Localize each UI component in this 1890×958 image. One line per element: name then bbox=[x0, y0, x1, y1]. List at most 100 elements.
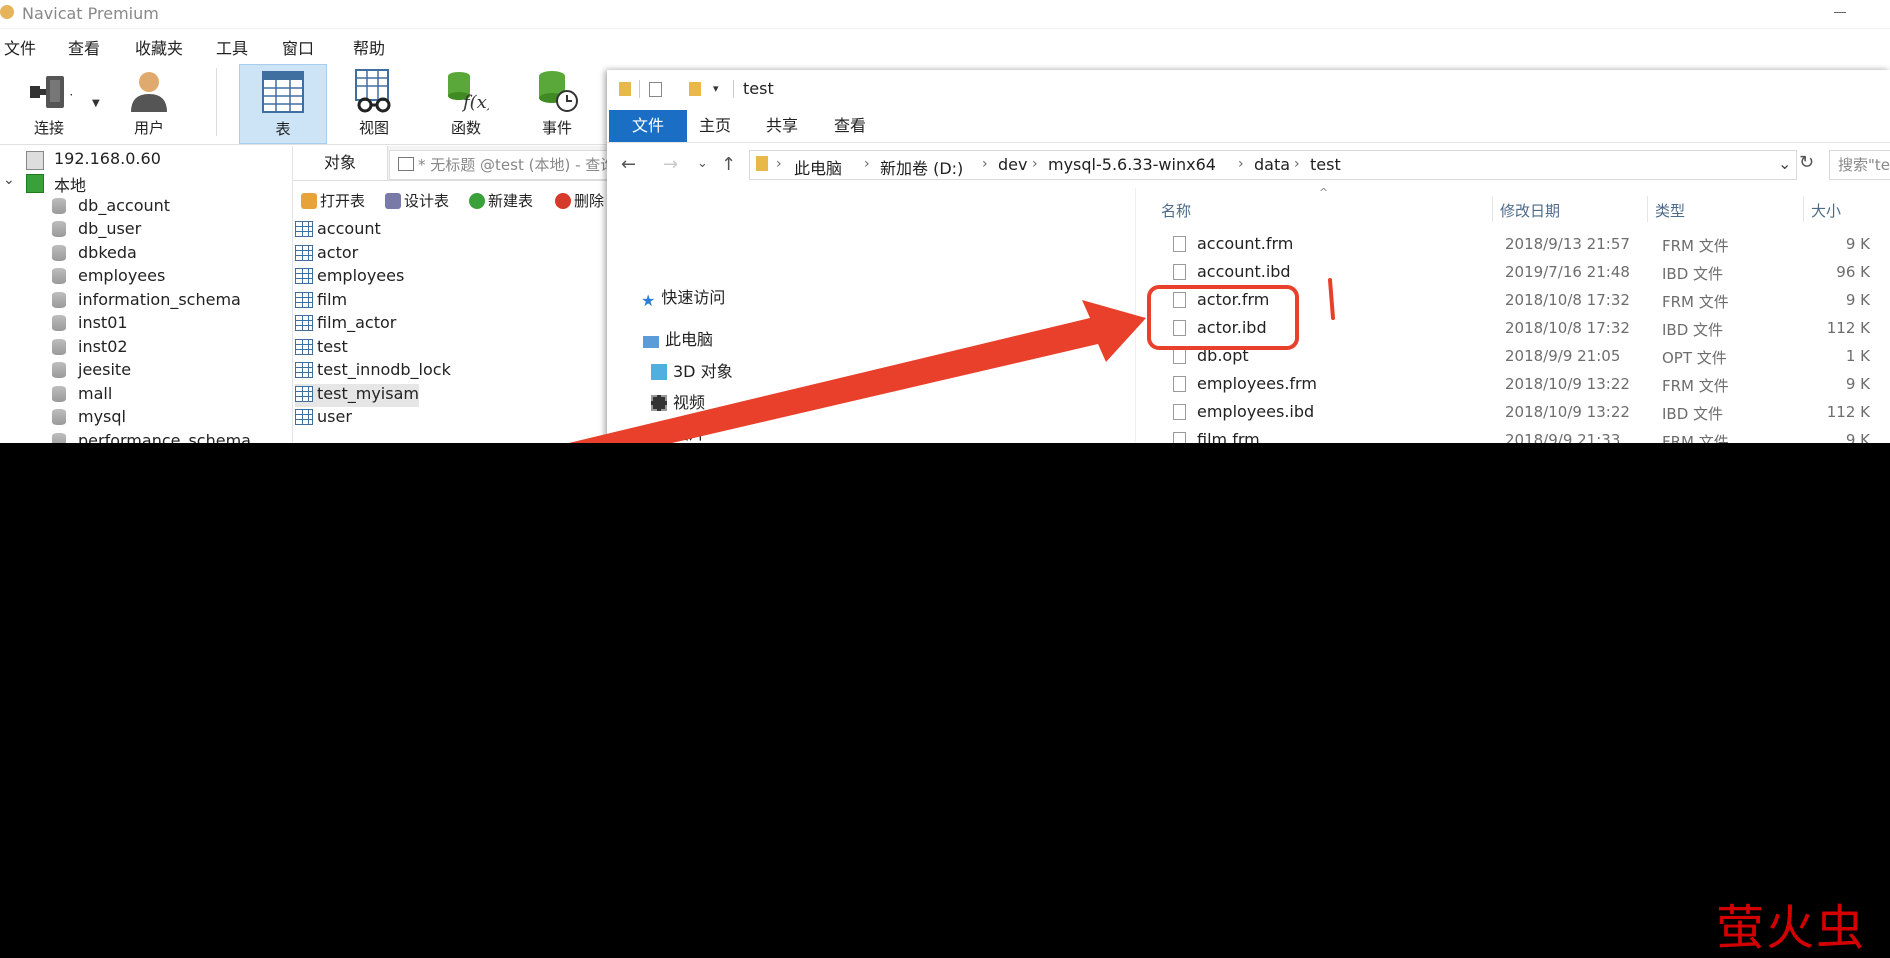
table-item[interactable]: film_actor bbox=[295, 313, 396, 336]
chevron-down-icon[interactable]: ▾ bbox=[713, 82, 719, 95]
file-date: 2019/7/16 21:48 bbox=[1505, 263, 1630, 281]
tree-database[interactable]: db_user bbox=[0, 218, 288, 241]
table-item[interactable]: account bbox=[295, 219, 381, 242]
query-icon bbox=[398, 157, 414, 171]
open-table-icon bbox=[301, 193, 317, 209]
main-toolbar: 连接 ▼ 用户 表 视图 f(x 函数 事件 bbox=[0, 60, 610, 145]
tab-share[interactable]: 共享 bbox=[766, 110, 798, 142]
file-row[interactable]: account.frm 2018/9/13 21:57 FRM 文件 9 K bbox=[1135, 233, 1890, 257]
menu-favorites[interactable]: 收藏夹 bbox=[135, 35, 183, 59]
chevron-down-icon[interactable]: ▼ bbox=[92, 98, 100, 109]
file-row[interactable]: account.ibd 2019/7/16 21:48 IBD 文件 96 K bbox=[1135, 261, 1890, 285]
tree-connection-local[interactable]: ⌄ 本地 bbox=[0, 171, 288, 195]
tree-database[interactable]: performance_schema bbox=[0, 430, 288, 443]
tab-file[interactable]: 文件 bbox=[609, 110, 687, 142]
table-item-selected[interactable]: test_myisam bbox=[295, 384, 419, 407]
refresh-icon[interactable]: ↻ bbox=[1799, 152, 1814, 173]
table-item[interactable]: employees bbox=[295, 266, 404, 289]
column-divider[interactable] bbox=[1492, 196, 1493, 222]
tree-database[interactable]: db_account bbox=[0, 195, 288, 218]
file-row[interactable]: employees.ibd 2018/10/9 13:22 IBD 文件 112 K bbox=[1135, 401, 1890, 425]
nav-label: 图片 bbox=[673, 424, 706, 443]
forward-arrow-icon[interactable]: → bbox=[663, 154, 678, 175]
explorer-titlebar: ▾ test bbox=[607, 70, 1890, 110]
design-table-button[interactable]: 设计表 bbox=[385, 190, 449, 211]
file-date: 2018/10/8 17:32 bbox=[1505, 291, 1630, 309]
tab-view[interactable]: 查看 bbox=[834, 110, 866, 142]
nav-videos[interactable]: 视频 bbox=[651, 389, 705, 413]
tree-database[interactable]: jeesite bbox=[0, 359, 288, 382]
tree-database[interactable]: mall bbox=[0, 383, 288, 406]
tree-database[interactable]: employees bbox=[0, 265, 288, 288]
table-item[interactable]: test bbox=[295, 337, 348, 360]
file-row[interactable]: film.frm 2018/9/9 21:33 FRM 文件 9 K bbox=[1135, 429, 1890, 443]
breadcrumb-item[interactable]: data bbox=[1254, 155, 1290, 174]
breadcrumb-item[interactable]: 此电脑 bbox=[794, 155, 842, 179]
recent-chevron-icon[interactable]: ⌄ bbox=[697, 156, 708, 171]
connect-button[interactable]: 连接 bbox=[6, 64, 92, 142]
open-table-button[interactable]: 打开表 bbox=[301, 190, 365, 211]
table-button[interactable]: 表 bbox=[239, 64, 327, 144]
database-icon bbox=[52, 292, 66, 308]
table-item[interactable]: actor bbox=[295, 243, 358, 266]
table-item[interactable]: test_innodb_lock bbox=[295, 360, 451, 383]
tab-home[interactable]: 主页 bbox=[699, 110, 731, 142]
user-button[interactable]: 用户 bbox=[106, 64, 192, 142]
database-icon bbox=[52, 339, 66, 355]
tree-connection-remote[interactable]: 192.168.0.60 bbox=[0, 148, 288, 171]
table-icon bbox=[295, 409, 313, 425]
nav-3d-objects[interactable]: 3D 对象 bbox=[651, 358, 733, 382]
file-row[interactable]: actor.frm 2018/10/8 17:32 FRM 文件 9 K bbox=[1135, 289, 1890, 313]
menu-help[interactable]: 帮助 bbox=[353, 35, 385, 59]
menu-window[interactable]: 窗口 bbox=[282, 35, 314, 59]
back-arrow-icon[interactable]: ← bbox=[621, 154, 636, 175]
chevron-down-icon[interactable]: ⌄ bbox=[1778, 154, 1791, 173]
column-name[interactable]: 名称 bbox=[1161, 200, 1191, 221]
menu-view[interactable]: 查看 bbox=[68, 35, 100, 59]
breadcrumb-item[interactable]: test bbox=[1310, 155, 1341, 174]
column-date[interactable]: 修改日期 bbox=[1500, 200, 1560, 221]
file-row[interactable]: actor.ibd 2018/10/8 17:32 IBD 文件 112 K bbox=[1135, 317, 1890, 341]
column-divider[interactable] bbox=[1803, 196, 1804, 222]
breadcrumb-item[interactable]: 新加卷 (D:) bbox=[880, 155, 963, 179]
table-item[interactable]: user bbox=[295, 407, 352, 430]
minimize-icon[interactable] bbox=[1834, 12, 1846, 13]
tree-database[interactable]: inst02 bbox=[0, 336, 288, 359]
new-folder-icon[interactable] bbox=[689, 82, 701, 96]
window-title: Navicat Premium bbox=[22, 4, 159, 23]
column-divider[interactable] bbox=[1647, 196, 1648, 222]
search-input[interactable]: 搜索"test" bbox=[1829, 150, 1890, 180]
function-button[interactable]: f(x) 函数 bbox=[423, 64, 509, 142]
tab-objects[interactable]: 对象 bbox=[293, 146, 388, 180]
address-bar[interactable]: › 此电脑 › 新加卷 (D:) › dev › mysql-5.6.33-wi… bbox=[749, 150, 1797, 180]
breadcrumb-item[interactable]: dev bbox=[998, 155, 1027, 174]
column-type[interactable]: 类型 bbox=[1655, 200, 1685, 221]
delete-table-button[interactable]: 删除 bbox=[555, 190, 604, 211]
nav-this-pc[interactable]: 此电脑 bbox=[643, 326, 713, 350]
event-button[interactable]: 事件 bbox=[514, 64, 600, 142]
tree-database[interactable]: dbkeda bbox=[0, 242, 288, 265]
nav-quick-access[interactable]: ★ 快速访问 bbox=[641, 284, 725, 310]
file-row[interactable]: db.opt 2018/9/9 21:05 OPT 文件 1 K bbox=[1135, 345, 1890, 369]
breadcrumb-item[interactable]: mysql-5.6.33-winx64 bbox=[1048, 155, 1216, 174]
new-table-button[interactable]: 新建表 bbox=[469, 190, 533, 211]
chevron-down-icon[interactable]: ⌄ bbox=[3, 172, 15, 188]
tab-query[interactable]: * 无标题 @test (本地) - 查询 bbox=[389, 150, 629, 180]
tree-database[interactable]: inst01 bbox=[0, 312, 288, 335]
nav-pictures[interactable]: 图片 bbox=[651, 420, 705, 443]
table-item[interactable]: film bbox=[295, 290, 347, 313]
tree-database[interactable]: mysql bbox=[0, 406, 288, 429]
column-size[interactable]: 大小 bbox=[1811, 200, 1841, 221]
view-button[interactable]: 视图 bbox=[331, 64, 417, 142]
menu-tools[interactable]: 工具 bbox=[216, 35, 248, 59]
menu-file[interactable]: 文件 bbox=[4, 35, 36, 59]
properties-icon[interactable] bbox=[649, 82, 662, 97]
up-arrow-icon[interactable]: ↑ bbox=[721, 154, 736, 175]
toolbar-divider bbox=[216, 68, 217, 136]
tree-database[interactable]: information_schema bbox=[0, 289, 288, 312]
file-size: 9 K bbox=[1845, 235, 1870, 253]
file-row[interactable]: employees.frm 2018/10/9 13:22 FRM 文件 9 K bbox=[1135, 373, 1890, 397]
explorer-window: ▾ test 文件 主页 共享 查看 ← → ⌄ ↑ › 此电脑 › 新加卷 (… bbox=[607, 70, 1890, 443]
table-name: employees bbox=[317, 266, 405, 285]
file-type: IBD 文件 bbox=[1662, 321, 1724, 339]
